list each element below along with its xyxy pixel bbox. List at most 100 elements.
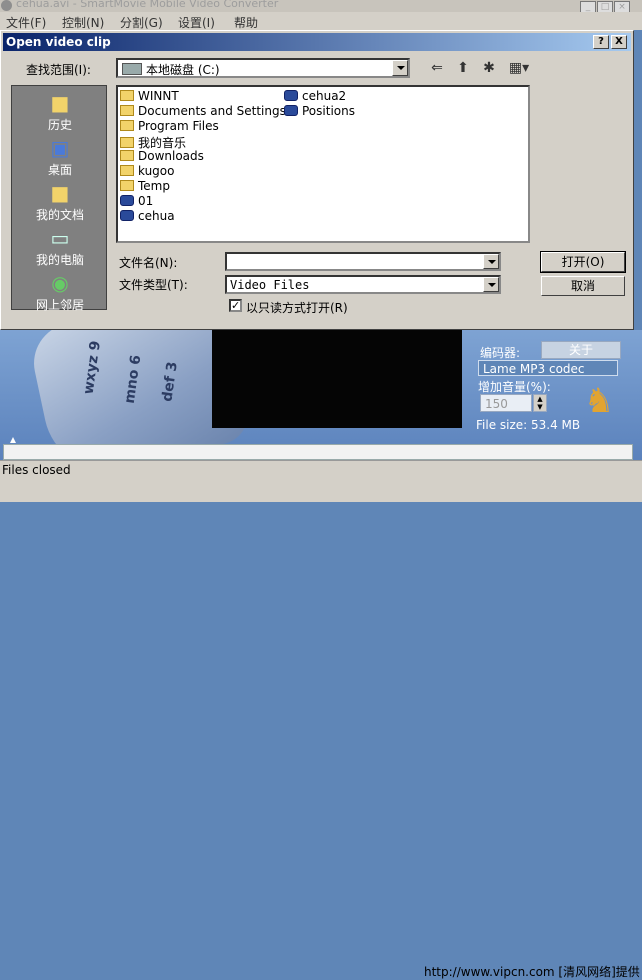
place-label: 我的电脑: [35, 253, 84, 267]
codec-field[interactable]: Lame MP3 codec: [478, 360, 618, 376]
folder-icon: [120, 165, 134, 176]
file-size: File size: 53.4 MB: [476, 418, 581, 432]
place-history[interactable]: ■ 历史: [12, 88, 108, 133]
volume-stepper[interactable]: ▲ ▼: [533, 394, 547, 412]
app-title-bar: cehua.avi - SmartMovie Mobile Video Conv…: [0, 0, 642, 12]
filetype-label: 文件类型(T):: [119, 278, 188, 292]
item-label: kugoo: [138, 164, 175, 178]
media-file-icon: [284, 90, 298, 101]
item-label: 我的音乐: [138, 136, 187, 150]
place-label: 网上邻居: [35, 298, 84, 312]
folder-icon: [120, 90, 134, 101]
item-label: 01: [138, 194, 154, 208]
places-bar: ■ 历史 ▣ 桌面 ■ 我的文档 ▭ 我的电脑 ◉ 网上邻居: [11, 85, 108, 313]
list-item[interactable]: Program Files: [120, 119, 219, 134]
chevron-down-icon[interactable]: [483, 277, 499, 292]
seek-bar[interactable]: [3, 444, 633, 460]
place-network[interactable]: ◉ 网上邻居: [12, 268, 108, 313]
list-item[interactable]: cehua: [120, 209, 175, 224]
item-label: WINNT: [138, 89, 179, 103]
chevron-down-icon[interactable]: [392, 60, 408, 76]
menu-file[interactable]: 文件(F): [6, 14, 46, 31]
list-item[interactable]: 01: [120, 194, 153, 209]
documents-folder-icon: ■: [50, 181, 70, 205]
desktop-icon: ▣: [50, 136, 70, 160]
folder-icon: [120, 137, 134, 148]
app-title: cehua.avi - SmartMovie Mobile Video Conv…: [16, 0, 279, 10]
maximize-icon[interactable]: □: [597, 1, 613, 12]
list-item[interactable]: Documents and Settings: [120, 104, 286, 119]
status-text: Files closed: [2, 463, 71, 477]
place-label: 历史: [47, 118, 72, 132]
chevron-down-icon[interactable]: [483, 254, 499, 269]
folder-icon: [120, 180, 134, 191]
list-item[interactable]: 我的音乐: [120, 134, 187, 150]
network-icon: ◉: [51, 271, 69, 295]
menu-split[interactable]: 分割(G): [120, 14, 163, 31]
help-button[interactable]: ?: [593, 35, 609, 49]
encoder-label: 编码器:: [480, 346, 521, 360]
view-menu-icon[interactable]: ▦▾: [505, 59, 533, 77]
place-label: 我的文档: [35, 208, 84, 222]
lookin-select[interactable]: 本地磁盘 (C:): [116, 58, 410, 78]
place-my-documents[interactable]: ■ 我的文档: [12, 178, 108, 223]
menu-help[interactable]: 帮助: [234, 14, 258, 31]
lookin-value: 本地磁盘 (C:): [146, 63, 220, 77]
file-list[interactable]: WINNT Documents and Settings Program Fil…: [116, 85, 530, 243]
media-file-icon: [120, 210, 134, 221]
menu-settings[interactable]: 设置(I): [178, 14, 215, 31]
place-desktop[interactable]: ▣ 桌面: [12, 133, 108, 178]
drive-icon: [122, 63, 142, 75]
item-label: Downloads: [138, 149, 204, 163]
menu-control[interactable]: 控制(N): [62, 14, 104, 31]
filename-label: 文件名(N):: [119, 256, 178, 270]
computer-icon: ▭: [50, 226, 70, 250]
item-label: Documents and Settings: [138, 104, 286, 118]
volume-input[interactable]: 150: [480, 394, 532, 412]
readonly-checkbox[interactable]: ✓: [229, 299, 242, 312]
media-file-icon: [120, 195, 134, 206]
readonly-label: 以只读方式打开(R): [246, 301, 348, 315]
history-folder-icon: ■: [50, 91, 70, 115]
dialog-title: Open video clip: [6, 35, 111, 49]
new-folder-icon[interactable]: ✱: [479, 59, 499, 77]
back-icon[interactable]: ⇐: [427, 59, 447, 77]
list-item[interactable]: cehua2: [284, 89, 346, 104]
status-bar: Files closed: [0, 460, 642, 480]
filetype-select[interactable]: Video Files: [225, 275, 501, 294]
video-preview: [212, 330, 462, 428]
list-item[interactable]: kugoo: [120, 164, 175, 179]
watermark: http://www.vipcn.com [清风网络]提供: [424, 965, 640, 979]
menu-bar: 文件(F) 控制(N) 分割(G) 设置(I) 帮助: [0, 12, 642, 30]
open-button[interactable]: 打开(O): [540, 251, 626, 273]
list-item[interactable]: WINNT: [120, 89, 179, 104]
volume-label: 增加音量(%):: [478, 380, 551, 394]
about-button[interactable]: 关于: [541, 341, 621, 359]
media-file-icon: [284, 105, 298, 116]
open-dialog: Open video clip ? X 查找范围(I): 本地磁盘 (C:) ⇐…: [0, 30, 634, 330]
filetype-value: Video Files: [230, 278, 310, 292]
place-my-computer[interactable]: ▭ 我的电脑: [12, 223, 108, 268]
item-label: Program Files: [138, 119, 219, 133]
footer: http://www.vipcn.com [清风网络]提供: [0, 479, 642, 979]
close-icon[interactable]: ×: [614, 1, 630, 12]
dialog-title-bar: Open video clip ? X: [3, 33, 631, 51]
list-item[interactable]: Positions: [284, 104, 355, 119]
app-icon: [1, 0, 12, 11]
filename-input[interactable]: [225, 252, 501, 271]
seek-thumb[interactable]: [10, 437, 16, 443]
minimize-icon[interactable]: _: [580, 1, 596, 12]
folder-icon: [120, 120, 134, 131]
cancel-button[interactable]: 取消: [541, 276, 625, 296]
item-label: Temp: [138, 179, 170, 193]
folder-icon: [120, 150, 134, 161]
item-label: Positions: [302, 104, 355, 118]
place-label: 桌面: [47, 163, 72, 177]
list-item[interactable]: Temp: [120, 179, 170, 194]
item-label: cehua2: [302, 89, 347, 103]
up-folder-icon[interactable]: ⬆: [453, 59, 473, 77]
dialog-close-button[interactable]: X: [611, 35, 627, 49]
list-item[interactable]: Downloads: [120, 149, 204, 164]
folder-icon: [120, 105, 134, 116]
lookin-label: 查找范围(I):: [26, 63, 91, 77]
